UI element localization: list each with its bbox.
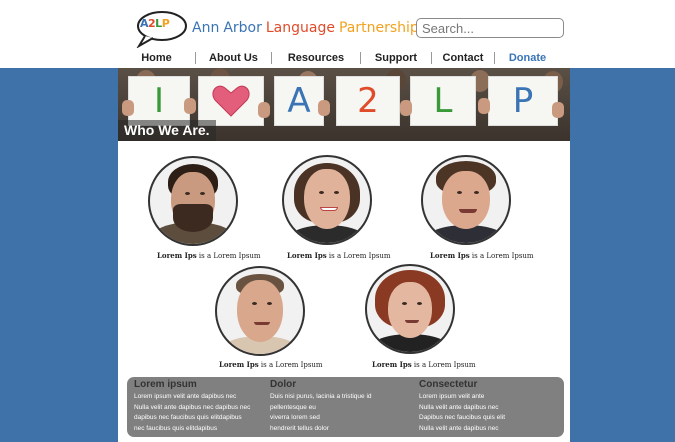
sign-card: A: [274, 76, 324, 126]
member-name: Lorem Ips: [372, 360, 412, 369]
hand: [552, 102, 564, 118]
sign-card: L: [410, 76, 476, 126]
team-member-card[interactable]: [421, 155, 511, 245]
hero-banner: I A 2 L P Who We Are.: [118, 68, 570, 141]
heart-sign: [198, 76, 264, 126]
member-name: Lorem Ips: [219, 360, 259, 369]
hand: [184, 98, 196, 114]
team-member-card[interactable]: [215, 266, 305, 356]
member-caption: Lorem Ips is a Lorem Ipsum: [157, 251, 261, 260]
logo-text: A2LP: [140, 17, 170, 30]
sign-card: I: [128, 76, 190, 126]
nav-donate[interactable]: Donate: [495, 52, 560, 64]
footer-line: hendrerit tellus dolor: [270, 424, 329, 432]
team-member-card[interactable]: [148, 156, 238, 246]
heart-icon: [212, 85, 250, 117]
nav-resources[interactable]: Resources: [272, 52, 360, 64]
team-member-card[interactable]: [365, 264, 455, 354]
footer-line: Lorem ipsum velit ante dapibus nec: [134, 393, 237, 400]
member-photo: [148, 156, 238, 246]
brand-word: Partnership: [338, 20, 419, 36]
member-name: Lorem Ips: [287, 251, 327, 260]
footer-line: Nulla velit ante dapibus nec dapibus nec: [134, 403, 251, 411]
footer-heading: Dolor: [270, 379, 297, 390]
footer-heading: Lorem ipsum: [134, 379, 197, 390]
sign-card: 2: [336, 76, 400, 126]
brand-word: Arbor: [223, 20, 262, 36]
member-name: Lorem Ips: [430, 251, 470, 260]
footer-line: nec faucibus quis elitdapibus: [134, 424, 218, 432]
footer-line: viverra lorem sed: [270, 414, 320, 421]
footer-panel: Lorem ipsum Lorem ipsum velit ante dapib…: [127, 377, 564, 437]
footer-column: Dolor Duis nisi purus, lacinia a tristiq…: [270, 379, 372, 434]
footer-line: Lorem ipsum velit ante: [419, 393, 485, 400]
member-desc: is a Lorem Ipsum: [469, 252, 534, 260]
main-nav: Home About Us Resources Support Contact …: [118, 49, 570, 67]
nav-contact[interactable]: Contact: [432, 52, 494, 64]
member-desc: is a Lorem Ipsum: [411, 361, 476, 369]
sign-card: P: [488, 76, 558, 126]
member-caption: Lorem Ips is a Lorem Ipsum: [287, 251, 391, 260]
member-caption: Lorem Ips is a Lorem Ipsum: [219, 360, 323, 369]
footer-line: Nulla velit ante dapibus nec: [419, 424, 499, 432]
member-name: Lorem Ips: [157, 251, 197, 260]
footer-line: pellentesque eu: [270, 403, 316, 411]
brand-word: Ann: [192, 20, 220, 36]
member-caption: Lorem Ips is a Lorem Ipsum: [430, 251, 534, 260]
hand: [400, 100, 412, 116]
footer-line: Dapibus nec faucibus quis elit: [419, 414, 505, 421]
footer-column: Consectetur Lorem ipsum velit ante Nulla…: [419, 379, 505, 434]
banner-title: Who We Are.: [118, 120, 216, 141]
member-photo: [365, 264, 455, 354]
hand: [318, 100, 330, 116]
footer-column: Lorem ipsum Lorem ipsum velit ante dapib…: [134, 379, 250, 434]
footer-line: Nulla velit ante dapibus nec: [419, 403, 499, 411]
nav-home[interactable]: Home: [118, 52, 195, 64]
member-desc: is a Lorem Ipsum: [258, 361, 323, 369]
footer-line: Duis nisi purus, lacinia a tristique id: [270, 393, 372, 400]
footer-heading: Consectetur: [419, 379, 478, 390]
member-desc: is a Lorem Ipsum: [196, 252, 261, 260]
brand-word: Language: [265, 20, 335, 36]
search-input[interactable]: [416, 18, 564, 38]
hand: [478, 98, 490, 114]
member-caption: Lorem Ips is a Lorem Ipsum: [372, 360, 476, 369]
brand-name[interactable]: Ann Arbor Language Partnership: [192, 20, 423, 36]
nav-support[interactable]: Support: [361, 52, 431, 64]
hand: [258, 102, 270, 118]
member-photo: [421, 155, 511, 245]
team-member-card[interactable]: [282, 155, 372, 245]
hand: [122, 100, 134, 116]
member-photo: [282, 155, 372, 245]
member-photo: [215, 266, 305, 356]
footer-line: dapibus nec faucibus quis elitdapibus: [134, 414, 242, 421]
nav-about[interactable]: About Us: [196, 52, 271, 64]
member-desc: is a Lorem Ipsum: [326, 252, 391, 260]
